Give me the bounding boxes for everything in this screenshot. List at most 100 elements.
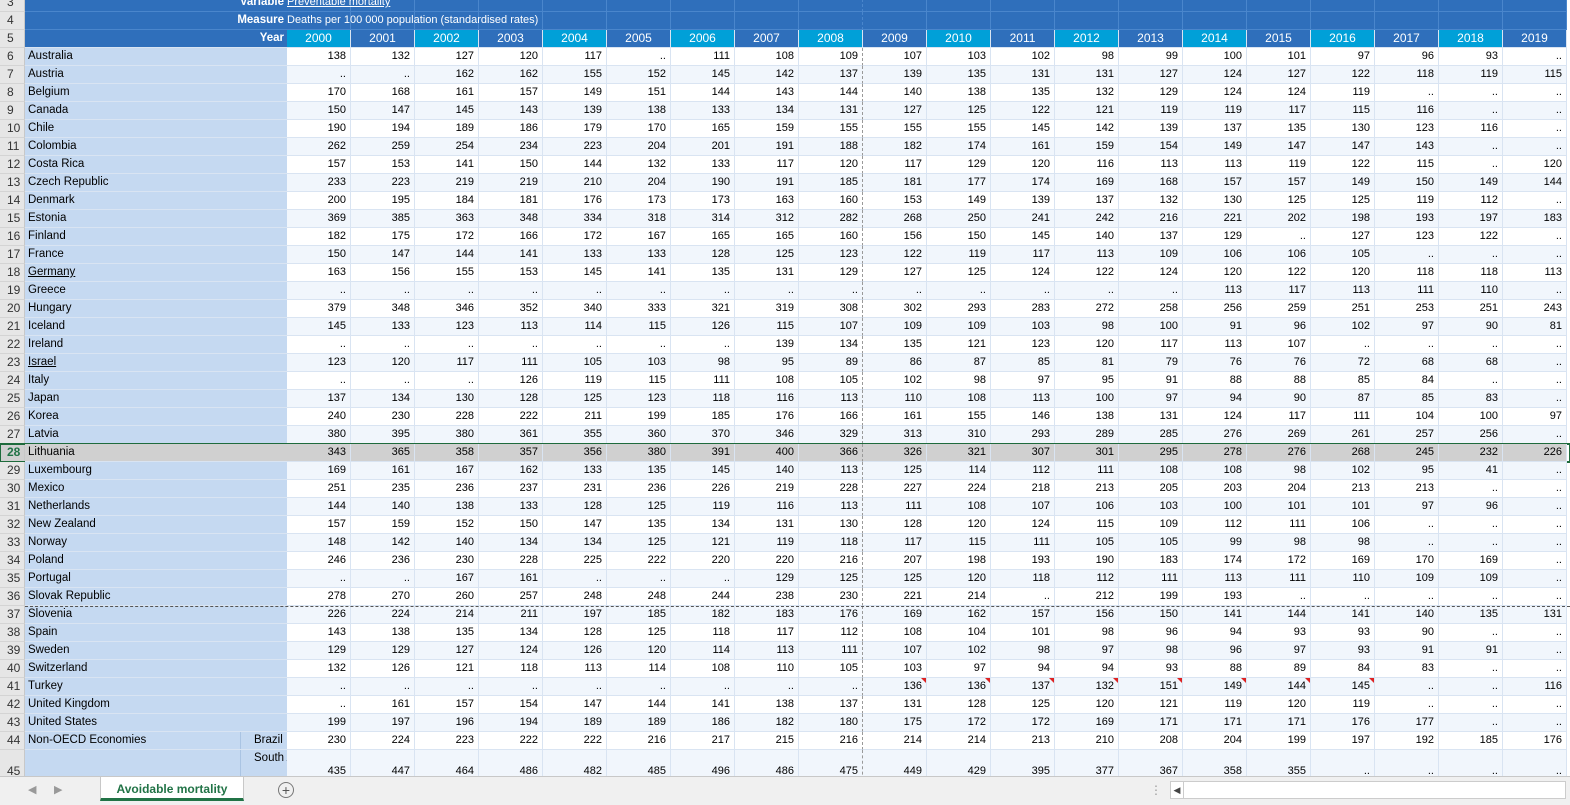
data-cell[interactable]: 119 xyxy=(1311,84,1375,102)
data-cell[interactable]: 115 xyxy=(735,318,799,336)
data-cell[interactable]: 333 xyxy=(607,300,671,318)
country-name[interactable]: Japan xyxy=(25,390,287,408)
data-cell[interactable]: 170 xyxy=(1375,552,1439,570)
data-cell[interactable]: 111 xyxy=(799,642,863,660)
data-cell[interactable]: 123 xyxy=(287,354,351,372)
data-cell[interactable]: 207 xyxy=(863,552,927,570)
data-cell[interactable]: .. xyxy=(287,696,351,714)
data-cell[interactable]: 214 xyxy=(927,588,991,606)
data-cell[interactable]: 137 xyxy=(1055,192,1119,210)
row-number[interactable]: 16 xyxy=(0,228,25,246)
data-cell[interactable]: 116 xyxy=(735,498,799,516)
country-name[interactable]: Chile xyxy=(25,120,287,138)
data-cell[interactable]: 113 xyxy=(1119,156,1183,174)
data-cell[interactable]: 117 xyxy=(735,624,799,642)
data-cell[interactable]: 485 xyxy=(607,750,671,776)
data-cell[interactable]: 161 xyxy=(351,462,415,480)
data-cell[interactable]: 156 xyxy=(863,228,927,246)
country-name[interactable]: Spain xyxy=(25,624,287,642)
header-cell[interactable] xyxy=(863,12,927,30)
data-cell[interactable]: 137 xyxy=(799,696,863,714)
data-cell[interactable]: 107 xyxy=(799,318,863,336)
country-name[interactable]: Australia xyxy=(25,48,287,66)
data-cell[interactable]: 313 xyxy=(863,426,927,444)
data-cell[interactable]: .. xyxy=(1439,336,1503,354)
data-cell[interactable]: 257 xyxy=(1375,426,1439,444)
data-cell[interactable]: 128 xyxy=(543,498,607,516)
data-cell[interactable]: 106 xyxy=(1247,246,1311,264)
data-cell[interactable]: 160 xyxy=(799,228,863,246)
data-cell[interactable]: 346 xyxy=(735,426,799,444)
data-cell[interactable]: 117 xyxy=(1247,408,1311,426)
data-cell[interactable]: 132 xyxy=(1055,84,1119,102)
data-cell[interactable]: 125 xyxy=(927,102,991,120)
data-cell[interactable]: 113 xyxy=(1311,282,1375,300)
data-cell[interactable]: 226 xyxy=(1503,444,1567,462)
data-cell[interactable]: 124 xyxy=(1247,84,1311,102)
row-number[interactable]: 19 xyxy=(0,282,25,300)
data-cell[interactable]: 125 xyxy=(607,534,671,552)
data-cell[interactable]: 124 xyxy=(1119,264,1183,282)
data-cell[interactable]: .. xyxy=(1311,336,1375,354)
data-cell[interactable]: .. xyxy=(543,336,607,354)
row-number[interactable]: 40 xyxy=(0,660,25,678)
data-cell[interactable]: 152 xyxy=(607,66,671,84)
row-number[interactable]: 43 xyxy=(0,714,25,732)
data-cell[interactable]: 195 xyxy=(351,192,415,210)
data-cell[interactable]: 89 xyxy=(799,354,863,372)
data-cell[interactable]: 496 xyxy=(671,750,735,776)
data-cell[interactable]: 113 xyxy=(735,642,799,660)
data-cell[interactable]: 230 xyxy=(287,732,351,750)
country-name[interactable]: Greece xyxy=(25,282,287,300)
data-cell[interactable]: 129 xyxy=(287,642,351,660)
data-cell[interactable]: 202 xyxy=(1247,210,1311,228)
data-cell[interactable]: .. xyxy=(1503,624,1567,642)
data-cell[interactable]: 238 xyxy=(735,588,799,606)
data-cell[interactable]: 100 xyxy=(1055,390,1119,408)
data-cell[interactable]: .. xyxy=(1503,534,1567,552)
data-cell[interactable]: 256 xyxy=(1183,300,1247,318)
data-cell[interactable]: 139 xyxy=(863,66,927,84)
data-cell[interactable]: 134 xyxy=(735,102,799,120)
data-cell[interactable]: .. xyxy=(607,282,671,300)
data-cell[interactable]: 171 xyxy=(1183,714,1247,732)
data-cell[interactable]: 91 xyxy=(1183,318,1247,336)
data-cell[interactable]: 166 xyxy=(479,228,543,246)
country-name[interactable]: South Africa xyxy=(25,750,287,776)
data-cell[interactable]: 192 xyxy=(1375,732,1439,750)
data-cell[interactable]: 146 xyxy=(991,408,1055,426)
data-cell[interactable]: 88 xyxy=(1183,660,1247,678)
data-cell[interactable]: 172 xyxy=(415,228,479,246)
data-cell[interactable]: 395 xyxy=(351,426,415,444)
data-cell[interactable]: 93 xyxy=(1247,624,1311,642)
data-cell[interactable]: 99 xyxy=(1183,534,1247,552)
data-cell[interactable]: 302 xyxy=(863,300,927,318)
data-cell[interactable]: 41 xyxy=(1439,462,1503,480)
data-cell[interactable]: 125 xyxy=(1247,192,1311,210)
data-cell[interactable]: 132 xyxy=(1119,192,1183,210)
data-cell[interactable]: .. xyxy=(1503,246,1567,264)
data-cell[interactable]: 308 xyxy=(799,300,863,318)
data-cell[interactable]: 127 xyxy=(863,102,927,120)
data-cell[interactable]: 224 xyxy=(351,606,415,624)
data-cell[interactable]: 94 xyxy=(1055,660,1119,678)
country-name[interactable]: Colombia xyxy=(25,138,287,156)
header-cell[interactable] xyxy=(1119,0,1183,12)
data-cell[interactable]: 184 xyxy=(415,192,479,210)
data-cell[interactable]: 140 xyxy=(351,498,415,516)
spreadsheet-grid[interactable]: 3 Variable Preventable mortality 4 Measure De… xyxy=(0,0,1570,776)
country-name[interactable]: Netherlands xyxy=(25,498,287,516)
data-cell[interactable]: 216 xyxy=(1119,210,1183,228)
data-cell[interactable]: .. xyxy=(351,570,415,588)
header-cell[interactable] xyxy=(671,0,735,12)
data-cell[interactable]: 111 xyxy=(1247,570,1311,588)
data-cell[interactable]: 139 xyxy=(1119,120,1183,138)
data-cell[interactable]: 260 xyxy=(415,588,479,606)
data-cell[interactable]: 182 xyxy=(735,714,799,732)
header-cell[interactable] xyxy=(607,12,671,30)
data-cell[interactable]: 162 xyxy=(415,66,479,84)
data-cell[interactable]: 121 xyxy=(415,660,479,678)
data-cell[interactable]: 85 xyxy=(1311,372,1375,390)
data-cell[interactable]: 100 xyxy=(1183,48,1247,66)
year-header-2017[interactable]: 2017 xyxy=(1375,30,1439,48)
